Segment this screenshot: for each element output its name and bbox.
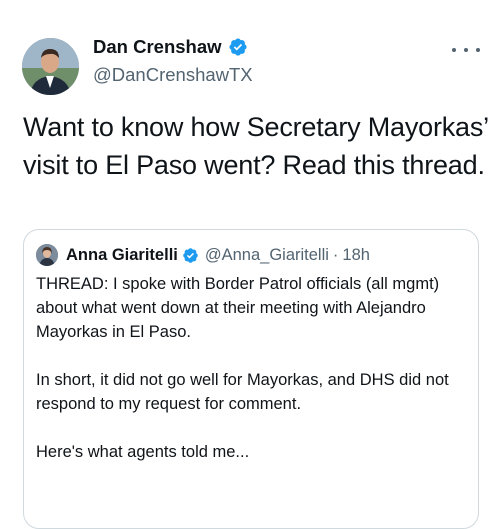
profile-photo-icon: [36, 244, 58, 266]
quoted-author-handle[interactable]: @Anna_Giaritelli: [205, 246, 329, 265]
tweet-text: Want to know how Secretary Mayorkas’ vis…: [23, 112, 488, 180]
quoted-paragraph: Here's what agents told me...: [36, 443, 250, 461]
more-dot: [464, 48, 468, 52]
author-avatar[interactable]: [22, 38, 79, 95]
quoted-header: Anna Giaritelli @Anna_Giaritelli · 18h: [36, 244, 370, 266]
quoted-author-name[interactable]: Anna Giaritelli: [66, 246, 178, 265]
more-dot: [452, 48, 456, 52]
quoted-paragraph: In short, it did not go well for Mayorka…: [36, 371, 449, 413]
quoted-tweet[interactable]: Anna Giaritelli @Anna_Giaritelli · 18h T…: [23, 229, 479, 529]
profile-photo-icon: [22, 38, 79, 95]
author-handle[interactable]: @DanCrenshawTX: [93, 64, 253, 86]
verified-badge-icon: [228, 38, 247, 56]
author-name[interactable]: Dan Crenshaw: [93, 36, 222, 58]
tweet-card: Dan Crenshaw @DanCrenshawTX Want to know…: [0, 0, 500, 529]
quoted-avatar[interactable]: [36, 244, 58, 266]
verified-badge-icon: [183, 247, 198, 263]
quoted-text: THREAD: I spoke with Border Patrol offic…: [36, 272, 468, 488]
quoted-paragraph: THREAD: I spoke with Border Patrol offic…: [36, 275, 440, 341]
quoted-timestamp[interactable]: 18h: [342, 246, 370, 265]
more-dot: [476, 48, 480, 52]
more-options-icon[interactable]: [452, 40, 480, 60]
quoted-separator: ·: [332, 245, 339, 264]
author-name-row: Dan Crenshaw: [93, 36, 248, 58]
